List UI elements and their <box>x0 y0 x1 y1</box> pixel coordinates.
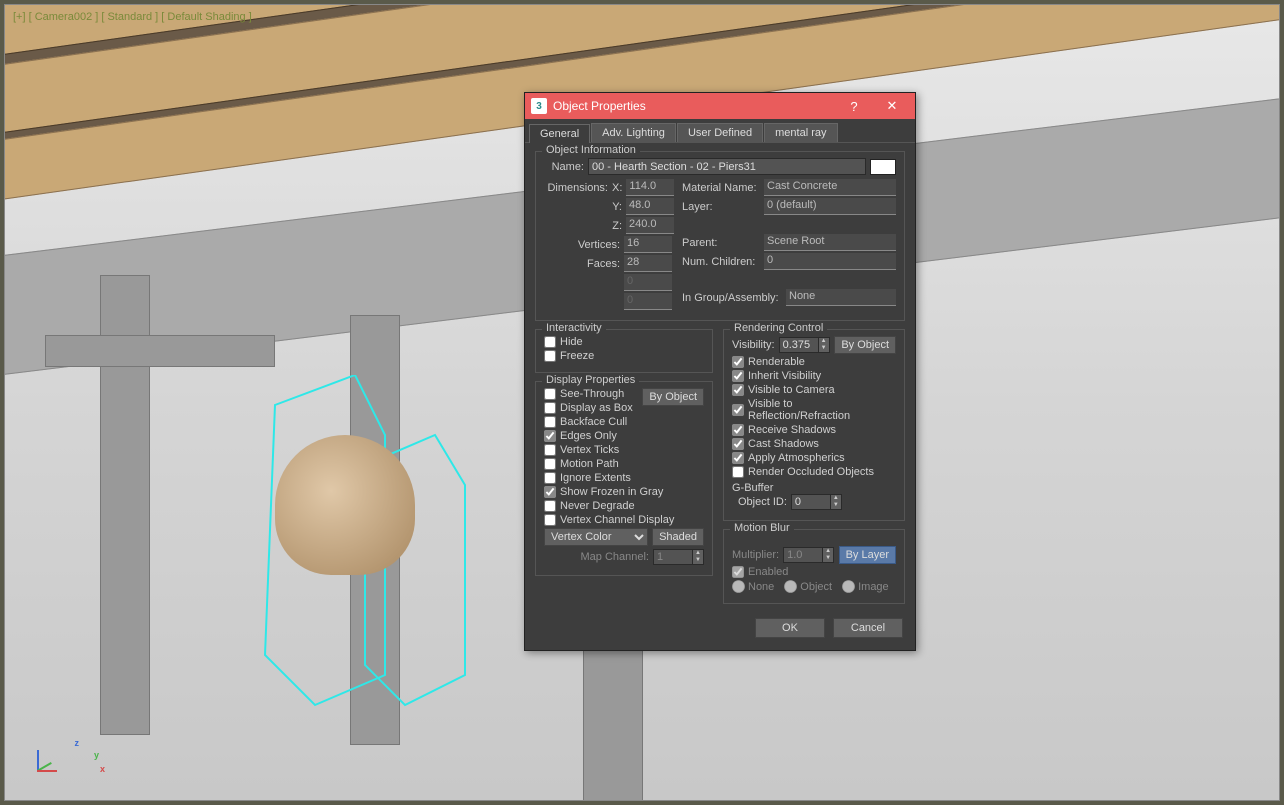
chk-visible-reflection[interactable]: Visible to Reflection/Refraction <box>732 398 896 422</box>
name-input[interactable] <box>588 158 866 175</box>
tabs: General Adv. Lighting User Defined menta… <box>525 119 915 143</box>
layer: 0 (default) <box>764 198 896 215</box>
radio-mb-object: Object <box>784 580 832 593</box>
name-label: Name: <box>544 161 584 173</box>
chk-display-as-box[interactable]: Display as Box <box>544 402 638 414</box>
chk-mb-enabled: Enabled <box>732 566 896 578</box>
dim-y: 48.0 <box>626 198 674 215</box>
group-assembly: None <box>786 289 896 306</box>
chk-hide[interactable]: Hide <box>544 336 704 348</box>
chk-edges-only[interactable]: Edges Only <box>544 430 704 442</box>
vertex-color-select[interactable]: Vertex Color <box>544 528 648 546</box>
app-icon: 3 <box>531 98 547 114</box>
axis-gizmo[interactable]: z y x <box>23 742 63 782</box>
viewport-label[interactable]: [+] [ Camera002 ] [ Standard ] [ Default… <box>13 11 252 23</box>
radio-mb-none: None <box>732 580 774 593</box>
chk-inherit-visibility[interactable]: Inherit Visibility <box>732 370 896 382</box>
chk-render-occluded[interactable]: Render Occluded Objects <box>732 466 896 478</box>
chk-apply-atmospherics[interactable]: Apply Atmospherics <box>732 452 896 464</box>
shaded-button[interactable]: Shaded <box>652 528 704 546</box>
chk-renderable[interactable]: Renderable <box>732 356 896 368</box>
chk-see-through[interactable]: See-Through <box>544 388 638 400</box>
by-layer-button[interactable]: By Layer <box>839 546 896 564</box>
tab-mental-ray[interactable]: mental ray <box>764 123 837 142</box>
parent: Scene Root <box>764 234 896 251</box>
multiplier-spinner: ▲▼ <box>783 547 834 563</box>
close-button[interactable]: ✕ <box>873 94 911 118</box>
object-info-legend: Object Information <box>542 144 640 156</box>
tab-general[interactable]: General <box>529 124 590 143</box>
chk-vertex-ticks[interactable]: Vertex Ticks <box>544 444 704 456</box>
motion-blur-group: Motion Blur Multiplier: ▲▼ By Layer Enab… <box>723 529 905 604</box>
dialog-titlebar[interactable]: 3 Object Properties ? ✕ <box>525 93 915 119</box>
chk-motion-path[interactable]: Motion Path <box>544 458 704 470</box>
material-name: Cast Concrete <box>764 179 896 196</box>
tab-adv-lighting[interactable]: Adv. Lighting <box>591 123 676 142</box>
map-channel-spinner[interactable]: ▲▼ <box>653 549 704 565</box>
chk-freeze[interactable]: Freeze <box>544 350 704 362</box>
faces: 28 <box>624 255 672 272</box>
chk-vertex-channel[interactable]: Vertex Channel Display <box>544 514 704 526</box>
cancel-button[interactable]: Cancel <box>833 618 903 638</box>
interactivity-group: Interactivity Hide Freeze <box>535 329 713 373</box>
object-id-spinner[interactable]: ▲▼ <box>791 494 842 510</box>
visibility-spinner[interactable]: ▲▼ <box>779 337 830 353</box>
dim-z: 240.0 <box>626 217 674 234</box>
tab-user-defined[interactable]: User Defined <box>677 123 763 142</box>
scene-object <box>275 435 415 575</box>
ok-button[interactable]: OK <box>755 618 825 638</box>
display-props-group: Display Properties See-Through Display a… <box>535 381 713 576</box>
dim-label: Dimensions: <box>544 182 608 194</box>
chk-receive-shadows[interactable]: Receive Shadows <box>732 424 896 436</box>
color-swatch[interactable] <box>870 159 896 175</box>
display-by-object-button[interactable]: By Object <box>642 388 704 406</box>
num-children: 0 <box>764 253 896 270</box>
chk-cast-shadows[interactable]: Cast Shadows <box>732 438 896 450</box>
chk-backface-cull[interactable]: Backface Cull <box>544 416 704 428</box>
object-properties-dialog: 3 Object Properties ? ✕ General Adv. Lig… <box>524 92 916 651</box>
dialog-title: Object Properties <box>553 99 835 113</box>
dim-x: 114.0 <box>626 179 674 196</box>
chk-visible-camera[interactable]: Visible to Camera <box>732 384 896 396</box>
gbuffer-label: G-Buffer <box>732 482 896 494</box>
rendering-by-object-button[interactable]: By Object <box>834 336 896 354</box>
chk-never-degrade[interactable]: Never Degrade <box>544 500 704 512</box>
object-info-group: Object Information Name: Dimensions:X:11… <box>535 151 905 321</box>
vertices: 16 <box>624 236 672 253</box>
chk-ignore-extents[interactable]: Ignore Extents <box>544 472 704 484</box>
chk-show-frozen[interactable]: Show Frozen in Gray <box>544 486 704 498</box>
radio-mb-image: Image <box>842 580 889 593</box>
rendering-control-group: Rendering Control Visibility: ▲▼ By Obje… <box>723 329 905 521</box>
help-button[interactable]: ? <box>835 94 873 118</box>
